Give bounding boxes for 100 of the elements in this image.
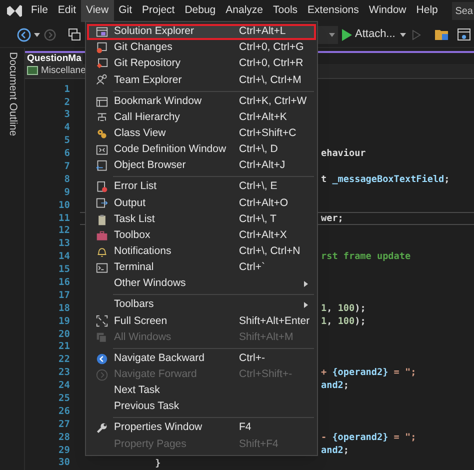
menu-bar-item[interactable]: Debug <box>180 0 221 22</box>
line-number: 3 <box>63 108 71 122</box>
document-tab[interactable]: QuestionMa <box>25 50 84 64</box>
windows-icon[interactable] <box>68 28 81 41</box>
people-icon <box>96 74 108 86</box>
line-number: 8 <box>63 172 71 187</box>
back-icon[interactable] <box>17 28 31 42</box>
menu-item[interactable]: Error List Ctrl+\, E <box>87 179 316 196</box>
menu-bar-item[interactable]: Analyze <box>220 0 268 22</box>
line-number: 22 <box>58 353 71 368</box>
back-icon <box>96 352 108 365</box>
csharp-file-icon <box>27 66 38 76</box>
object-browser-icon <box>96 160 108 172</box>
line-number: 5 <box>63 134 71 148</box>
menu-item[interactable]: Git Changes Ctrl+0, Ctrl+G <box>87 40 316 56</box>
menu-bar-item[interactable]: Project <box>137 0 180 22</box>
menu-bar-item[interactable]: Extensions <box>302 0 364 22</box>
line-number: 17 <box>58 288 71 303</box>
code-line: } <box>154 456 161 470</box>
menu-item[interactable]: Object Browser Ctrl+Alt+J <box>87 158 316 174</box>
solution-icon <box>96 26 108 38</box>
line-number: 1 <box>63 82 71 97</box>
line-number: 20 <box>58 328 71 342</box>
git-changes-icon <box>96 42 108 54</box>
attach-button[interactable]: Attach... <box>342 26 406 43</box>
menu-item[interactable]: Navigate Backward Ctrl+- <box>87 350 316 367</box>
window-icon[interactable] <box>457 28 472 41</box>
clipboard-icon <box>96 214 108 226</box>
folder-icon[interactable] <box>435 28 450 41</box>
menu-bar-item[interactable]: View <box>81 0 114 22</box>
caret-icon[interactable] <box>34 32 40 36</box>
code-line: and2; <box>321 444 349 458</box>
line-number: 26 <box>58 404 71 419</box>
code-line: wer; <box>321 212 344 226</box>
wrench-icon <box>96 422 108 434</box>
output-icon <box>96 197 108 210</box>
menu-item[interactable]: Git Repository Ctrl+0, Ctrl+R <box>87 56 316 72</box>
code-window-icon <box>96 144 108 156</box>
menu-item[interactable]: Properties Window F4 <box>87 420 316 436</box>
code-line: 1, 100); <box>321 302 366 316</box>
search-field[interactable]: Sea <box>452 2 474 20</box>
code-line: - {operand2} = "; <box>321 430 416 445</box>
menu-item[interactable]: Call Hierarchy Ctrl+Alt+K <box>87 110 316 126</box>
menu-bar-item[interactable]: Tools <box>268 0 303 22</box>
line-number: 9 <box>63 186 71 200</box>
line-number: 21 <box>58 340 71 354</box>
code-line: 1, 100); <box>321 314 366 329</box>
submenu-arrow-icon <box>304 302 308 308</box>
menu-item[interactable]: Bookmark Window Ctrl+K, Ctrl+W <box>87 94 316 110</box>
bookmark-window-icon <box>96 96 108 108</box>
windows-icon <box>96 332 108 344</box>
toolbox-icon <box>96 230 108 242</box>
error-list-icon <box>96 181 108 194</box>
full-screen-icon <box>96 315 108 328</box>
line-number: 29 <box>58 444 71 458</box>
menu-item[interactable]: Full Screen Shift+Alt+Enter <box>87 313 316 330</box>
menu-bar-item[interactable]: Help <box>411 0 443 22</box>
caret-icon <box>400 32 406 36</box>
menu-item[interactable]: Output Ctrl+Alt+O <box>87 195 316 212</box>
menu-bar-item[interactable]: Edit <box>52 0 82 22</box>
menu-item[interactable]: Previous Task <box>87 399 316 416</box>
code-line: ehaviour <box>321 147 366 162</box>
line-number: 7 <box>63 160 71 174</box>
menu-item[interactable]: Other Windows <box>87 276 316 292</box>
git-repository-icon <box>96 58 108 70</box>
menu-item[interactable]: Solution Explorer Ctrl+Alt+L <box>87 24 316 40</box>
code-line: rst frame update <box>321 250 411 264</box>
terminal-icon <box>96 262 108 274</box>
menu-bar-item[interactable]: File <box>26 0 53 22</box>
code-line: t _messageBoxTextField; <box>321 173 450 187</box>
line-number: 2 <box>63 96 71 110</box>
side-tab[interactable]: Document Outline <box>4 52 20 136</box>
play-outline-icon <box>412 28 422 40</box>
line-number: 15 <box>58 263 71 278</box>
line-number: 24 <box>58 379 71 394</box>
line-number: 27 <box>58 418 71 432</box>
menu-item[interactable]: Class View Ctrl+Shift+C <box>87 126 316 142</box>
menu-item[interactable]: Next Task <box>87 382 316 400</box>
line-number: 28 <box>58 430 71 445</box>
class-view-icon <box>96 128 108 140</box>
caret-icon <box>329 32 335 36</box>
submenu-arrow-icon <box>304 281 308 288</box>
menu-item[interactable]: Notifications Ctrl+\, Ctrl+N <box>87 244 316 260</box>
menu-item[interactable]: Terminal Ctrl+` <box>87 260 316 276</box>
code-line: and2; <box>321 379 349 394</box>
menu-bar-item[interactable]: Git <box>114 0 138 22</box>
menu-item[interactable]: Toolbars <box>87 297 316 314</box>
line-number: 23 <box>58 366 71 380</box>
menu-bar-item[interactable]: Window <box>364 0 412 22</box>
menu-item[interactable]: Toolbox Ctrl+Alt+X <box>87 228 316 244</box>
line-number: 18 <box>58 302 71 316</box>
forward-icon <box>44 28 56 40</box>
forward-icon <box>96 368 108 381</box>
menu-item[interactable]: Code Definition Window Ctrl+\, D <box>87 142 316 158</box>
code-line: + {operand2} = "; <box>321 366 416 380</box>
menu-item[interactable]: Team Explorer Ctrl+\, Ctrl+M <box>87 72 316 89</box>
app-logo-icon[interactable] <box>6 4 23 18</box>
menu-item[interactable]: Task List Ctrl+\, T <box>87 212 316 228</box>
play-icon <box>342 28 352 40</box>
line-number: 19 <box>58 314 71 329</box>
